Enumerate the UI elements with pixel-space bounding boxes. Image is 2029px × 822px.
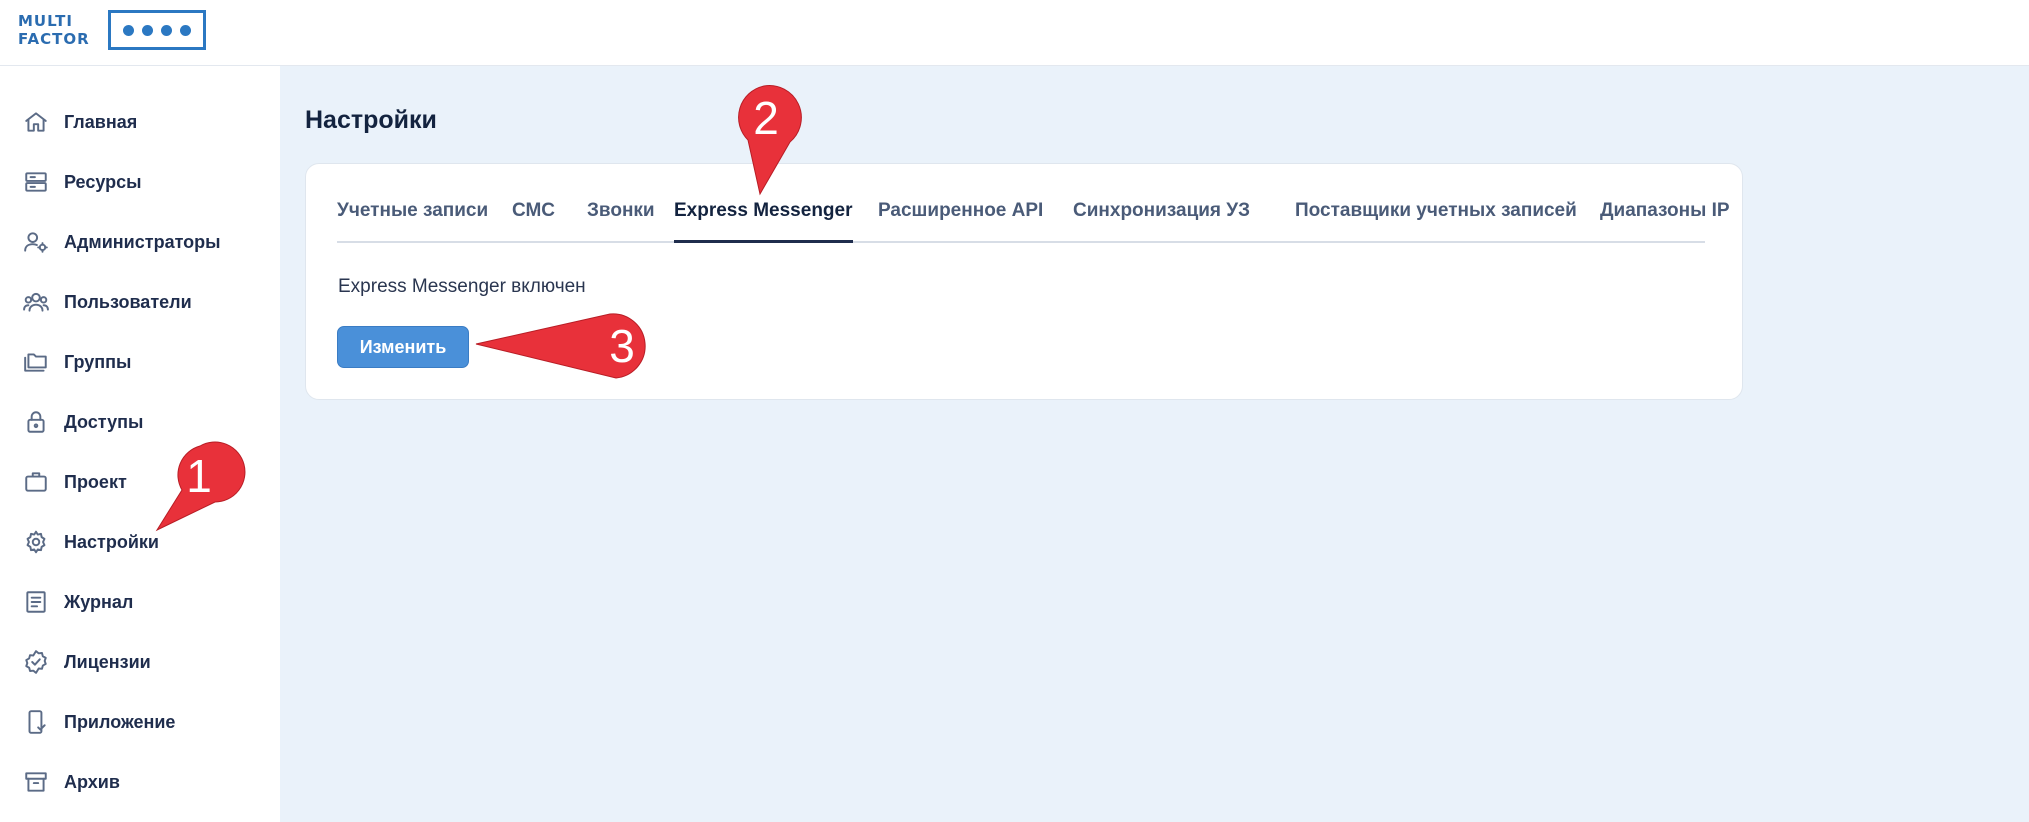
journal-icon [22,588,50,616]
admin-user-gear-icon [22,228,50,256]
main-content: Настройки Учетные записи СМС Звонки Expr… [280,66,2029,822]
sidebar-item-users[interactable]: Пользователи [0,282,280,322]
sidebar-item-archive[interactable]: Архив [0,762,280,802]
settings-tabs: Учетные записи СМС Звонки Express Messen… [337,192,1730,243]
app-header: MULTI FACTOR [0,0,2029,66]
archive-icon [22,768,50,796]
sidebar-item-label: Журнал [64,591,134,612]
logo-dot [141,24,153,36]
sidebar-item-label: Главная [64,111,138,132]
sidebar-item-label: Администраторы [64,231,221,252]
sidebar-item-label: Приложение [64,711,176,732]
tab-ip-ranges[interactable]: Диапазоны IP [1600,192,1730,243]
tab-accounts[interactable]: Учетные записи [337,192,488,243]
sidebar-item-licenses[interactable]: Лицензии [0,642,280,682]
logo-dot [160,24,172,36]
tab-account-providers[interactable]: Поставщики учетных записей [1295,192,1577,243]
annotation-marker-1: 1 [155,441,246,532]
sidebar-item-label: Доступы [64,411,144,432]
multifactor-logo[interactable]: MULTI FACTOR [18,10,206,50]
sidebar-item-label: Ресурсы [64,171,142,192]
tab-extended-api[interactable]: Расширенное API [878,192,1043,243]
express-messenger-status: Express Messenger включен [338,276,586,297]
logo-dots-box [107,10,206,50]
tab-sms[interactable]: СМС [512,192,555,243]
sidebar-item-groups[interactable]: Группы [0,342,280,382]
sidebar-item-journal[interactable]: Журнал [0,582,280,622]
home-icon [22,108,50,136]
sidebar-item-application[interactable]: Приложение [0,702,280,742]
briefcase-icon [22,468,50,496]
annotation-number-3: 3 [609,320,635,372]
logo-line-1: MULTI [18,12,73,30]
sidebar-item-access[interactable]: Доступы [0,402,280,442]
sidebar-item-label: Лицензии [64,651,151,672]
tab-account-sync[interactable]: Синхронизация УЗ [1073,192,1250,243]
sidebar-item-admins[interactable]: Администраторы [0,222,280,262]
sidebar-item-label: Группы [64,351,132,372]
logo-dot [122,24,134,36]
logo-text: MULTI FACTOR [18,12,90,48]
mobile-check-icon [22,708,50,736]
annotation-number-1: 1 [186,450,212,502]
folders-icon [22,348,50,376]
annotation-number-2: 2 [753,92,779,144]
logo-dot [179,24,191,36]
lock-icon [22,408,50,436]
sidebar-item-label: Пользователи [64,291,192,312]
sidebar-item-home[interactable]: Главная [0,102,280,142]
edit-button[interactable]: Изменить [337,326,469,368]
sidebar-item-label: Проект [64,471,127,492]
annotation-marker-2: 2 [738,85,802,196]
users-icon [22,288,50,316]
badge-check-icon [22,648,50,676]
sidebar-item-resources[interactable]: Ресурсы [0,162,280,202]
sidebar-item-label: Архив [64,771,120,792]
annotation-marker-3: 3 [475,313,646,379]
logo-line-2: FACTOR [18,30,90,48]
page-title: Настройки [305,106,437,134]
server-icon [22,168,50,196]
tab-calls[interactable]: Звонки [587,192,655,243]
gear-icon [22,528,50,556]
